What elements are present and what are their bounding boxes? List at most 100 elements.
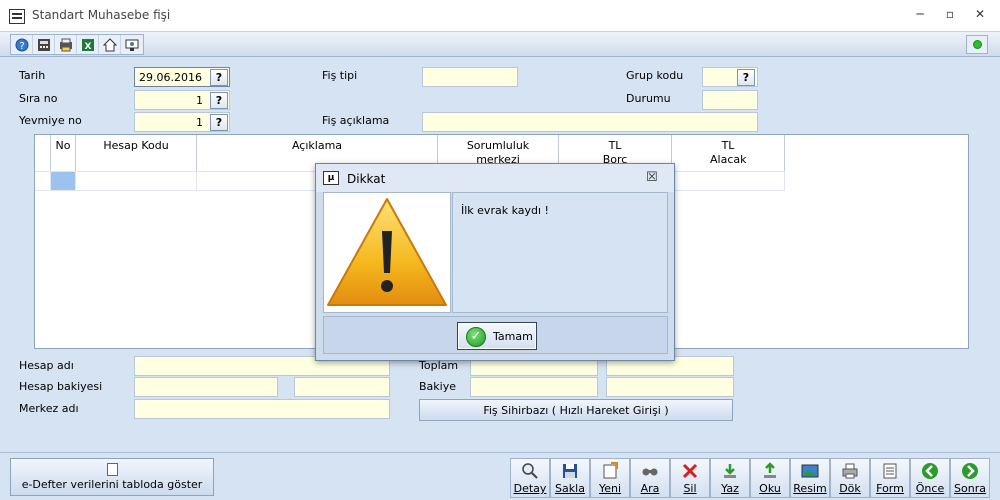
form-label: Form bbox=[876, 482, 904, 495]
read-arrow-icon bbox=[764, 462, 776, 478]
bottom-bar: e-Defter verilerini tabloda göster Detay… bbox=[0, 452, 1000, 500]
bakiye-alacak-field[interactable] bbox=[606, 377, 734, 397]
warning-dialog: μ Dikkat ☒ İlk evrak kaydı ! ✓ Tamam bbox=[315, 163, 675, 361]
dialog-title-bar: μ Dikkat ☒ bbox=[316, 164, 674, 192]
fis-tipi-field[interactable] bbox=[422, 67, 518, 87]
print-setup-icon[interactable] bbox=[55, 35, 77, 54]
yaz-button[interactable]: Yaz bbox=[710, 458, 750, 498]
toolbar: ? X bbox=[0, 32, 1000, 57]
dialog-message: İlk evrak kaydı ! bbox=[461, 204, 549, 217]
hesap-bakiyesi-field-2[interactable] bbox=[294, 377, 390, 397]
merkez-adi-label: Merkez adı bbox=[19, 402, 79, 415]
app-icon bbox=[9, 9, 25, 24]
yeni-label: Yeni bbox=[598, 482, 622, 495]
row-indicator bbox=[35, 171, 51, 191]
svg-text:?: ? bbox=[19, 41, 24, 52]
sira-lookup-button[interactable]: ? bbox=[210, 92, 228, 109]
close-button[interactable]: ✕ bbox=[970, 7, 990, 25]
grup-kodu-label: Grup kodu bbox=[626, 69, 684, 82]
picture-icon bbox=[801, 464, 819, 478]
sil-label: Sil bbox=[683, 482, 697, 495]
warning-icon bbox=[327, 198, 447, 306]
title-bar: Standart Muhasebe fişi ─ ▫ ✕ bbox=[0, 0, 1000, 32]
edefter-button[interactable]: e-Defter verilerini tabloda göster bbox=[10, 458, 214, 496]
once-button[interactable]: Önce bbox=[910, 458, 950, 498]
minimize-button[interactable]: ─ bbox=[910, 7, 930, 25]
tamam-button[interactable]: ✓ Tamam bbox=[457, 322, 537, 350]
sonra-button[interactable]: Sonra bbox=[950, 458, 990, 498]
tarih-lookup-button[interactable]: ? bbox=[210, 69, 228, 86]
printer-icon bbox=[842, 463, 858, 479]
resim-label: Resim bbox=[793, 482, 827, 495]
action-bar: Detay Sakla Yeni Ara Sil Yaz Oku Resim D… bbox=[510, 458, 990, 498]
detay-button[interactable]: Detay bbox=[510, 458, 550, 498]
dialog-close-button[interactable]: ☒ bbox=[646, 170, 658, 185]
merkez-adi-field[interactable] bbox=[134, 399, 390, 419]
check-icon: ✓ bbox=[466, 327, 486, 347]
write-arrow-icon bbox=[724, 464, 736, 478]
hesap-bakiyesi-label: Hesap bakiyesi bbox=[19, 380, 103, 393]
grid-header-tl-alacak[interactable]: TL Alacak bbox=[672, 135, 785, 171]
hesap-bakiyesi-field[interactable] bbox=[134, 377, 278, 397]
dialog-title: Dikkat bbox=[347, 172, 386, 186]
sakla-label: Sakla bbox=[555, 482, 585, 495]
yaz-label: Yaz bbox=[721, 482, 739, 495]
dialog-icon-area bbox=[323, 192, 451, 313]
calculator-icon[interactable] bbox=[33, 35, 55, 54]
grid-header-no[interactable]: No bbox=[51, 135, 76, 171]
tarih-label: Tarih bbox=[19, 69, 46, 82]
dok-label: Dök bbox=[839, 482, 861, 495]
dok-button[interactable]: Dök bbox=[830, 458, 870, 498]
once-label: Önce bbox=[915, 482, 945, 495]
window-title: Standart Muhasebe fişi bbox=[32, 8, 171, 22]
tamam-label: Tamam bbox=[493, 330, 533, 343]
bakiye-borc-field[interactable] bbox=[470, 377, 598, 397]
fis-sihirbazi-button[interactable]: Fiş Sihirbazı ( Hızlı Hareket Girişi ) bbox=[419, 399, 733, 421]
next-arrow-icon bbox=[962, 463, 978, 479]
sonra-label: Sonra bbox=[954, 482, 986, 495]
form-button[interactable]: Form bbox=[870, 458, 910, 498]
oku-button[interactable]: Oku bbox=[750, 458, 790, 498]
yevmiye-lookup-button[interactable]: ? bbox=[210, 114, 228, 131]
sil-button[interactable]: Sil bbox=[670, 458, 710, 498]
screen-icon[interactable] bbox=[121, 35, 143, 54]
restore-button[interactable]: ▫ bbox=[940, 7, 960, 25]
oku-label: Oku bbox=[759, 482, 781, 495]
binoculars-icon bbox=[642, 468, 658, 476]
form-icon bbox=[883, 463, 897, 479]
grid-header-hesap-kodu[interactable]: Hesap Kodu bbox=[76, 135, 197, 171]
durumu-field[interactable] bbox=[702, 90, 758, 110]
new-document-icon bbox=[603, 462, 618, 479]
status-led-icon bbox=[973, 40, 982, 49]
resim-button[interactable]: Resim bbox=[790, 458, 830, 498]
magnifier-icon bbox=[522, 463, 538, 479]
fis-aciklama-field[interactable] bbox=[422, 112, 758, 132]
dialog-message-area: İlk evrak kaydı ! bbox=[452, 192, 668, 313]
fis-tipi-label: Fiş tipi bbox=[322, 69, 358, 82]
bakiye-label: Bakiye bbox=[419, 380, 456, 393]
cell-alacak[interactable] bbox=[672, 171, 785, 191]
ara-label: Ara bbox=[640, 482, 660, 495]
cell-no[interactable] bbox=[51, 171, 76, 191]
grid-header-indicator bbox=[35, 135, 51, 171]
cell-hesap-kodu[interactable] bbox=[76, 171, 197, 191]
excel-icon[interactable]: X bbox=[77, 35, 99, 54]
fis-aciklama-label: Fiş açıklama bbox=[322, 114, 390, 127]
help-icon[interactable]: ? bbox=[11, 35, 33, 54]
sakla-button[interactable]: Sakla bbox=[550, 458, 590, 498]
yeni-button[interactable]: Yeni bbox=[590, 458, 630, 498]
grup-kodu-lookup-button[interactable]: ? bbox=[737, 69, 755, 86]
svg-text:X: X bbox=[84, 42, 91, 52]
home-icon[interactable] bbox=[99, 35, 121, 54]
hesap-adi-label: Hesap adı bbox=[19, 359, 74, 372]
sira-label: Sıra no bbox=[19, 92, 58, 105]
save-icon bbox=[563, 464, 577, 478]
previous-arrow-icon bbox=[922, 463, 938, 479]
dialog-button-area: ✓ Tamam bbox=[323, 316, 668, 354]
durumu-label: Durumu bbox=[626, 92, 671, 105]
document-icon bbox=[106, 463, 118, 476]
yevmiye-label: Yevmiye no bbox=[19, 114, 82, 127]
ara-button[interactable]: Ara bbox=[630, 458, 670, 498]
edefter-button-label: e-Defter verilerini tabloda göster bbox=[21, 478, 203, 491]
app-logo-icon: μ bbox=[323, 171, 339, 185]
